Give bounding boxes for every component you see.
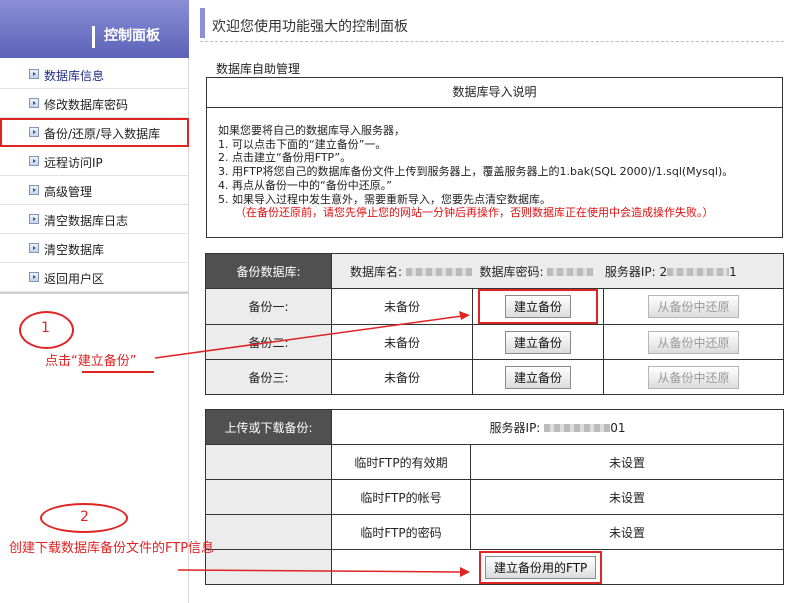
arrow-head-2-icon (460, 567, 470, 577)
annotation-arrows (154, 311, 470, 577)
arrow-head-1-icon (459, 311, 470, 320)
arrow-line-1 (154, 315, 463, 359)
arrow-line-2 (177, 569, 463, 573)
